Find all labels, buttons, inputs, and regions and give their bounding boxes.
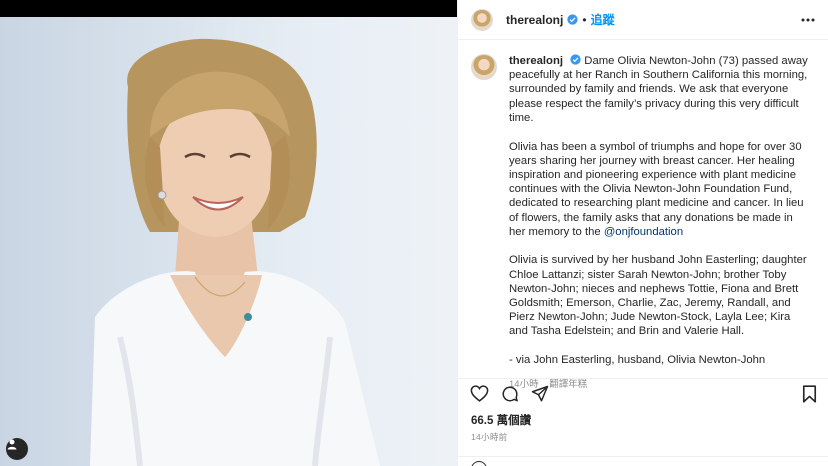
action-bar	[458, 378, 828, 408]
avatar[interactable]	[471, 8, 493, 31]
separator-dot: •	[582, 12, 587, 27]
verified-icon	[567, 14, 578, 25]
caption-paragraph-2: Olivia has been a symbol of triumphs and…	[509, 140, 804, 238]
portrait-illustration	[90, 38, 380, 466]
comment-icon[interactable]	[501, 385, 519, 403]
emoji-icon[interactable]	[471, 461, 487, 466]
follow-button[interactable]: 追蹤	[591, 11, 615, 28]
user-tag-icon	[7, 439, 17, 450]
verified-icon	[570, 54, 581, 65]
bookmark-icon[interactable]	[802, 384, 817, 403]
views-count[interactable]: 66.5 萬個讚	[471, 412, 531, 428]
caption-avatar[interactable]	[471, 54, 497, 80]
mention-link[interactable]: @onjfoundation	[604, 226, 683, 238]
caption-body: therealonj Dame Olivia Newton-John (73) …	[509, 54, 811, 390]
post-image[interactable]	[0, 17, 457, 466]
comment-divider	[458, 456, 828, 457]
top-black-bar	[0, 0, 457, 17]
share-icon[interactable]	[531, 385, 549, 403]
post-timestamp[interactable]: 14小時前	[471, 431, 507, 443]
header-username[interactable]: therealonj	[506, 13, 563, 27]
caption-username[interactable]: therealonj	[509, 55, 563, 67]
caption-paragraph-3: Olivia is survived by her husband John E…	[509, 254, 807, 338]
more-icon[interactable]	[801, 18, 815, 22]
heart-icon[interactable]	[470, 385, 489, 402]
post-panel: therealonj • 追蹤 therealonj Dame Olivia N…	[457, 0, 828, 466]
caption-paragraph-4: - via John Easterling, husband, Olivia N…	[509, 354, 766, 367]
post-header: therealonj • 追蹤	[458, 0, 828, 40]
caption: therealonj Dame Olivia Newton-John (73) …	[458, 40, 828, 390]
tagged-users-button[interactable]	[6, 438, 28, 460]
